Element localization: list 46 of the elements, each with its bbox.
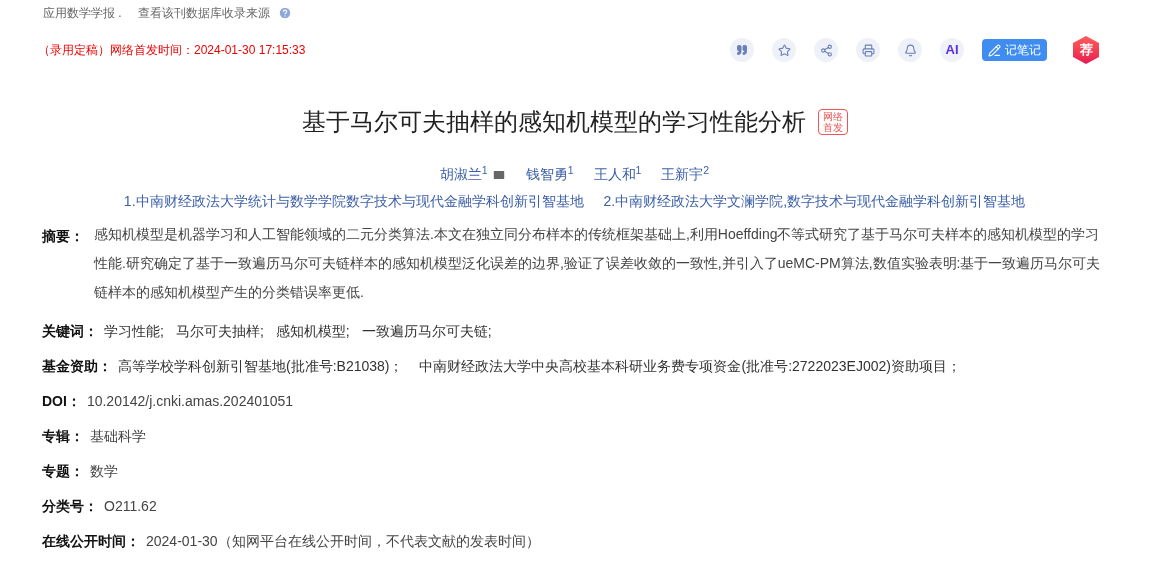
author-link[interactable]: 胡淑兰$^{1}$ [439, 164, 488, 185]
fund-link[interactable]: 高等学校学科创新引智基地(批准号:B21038)； [118, 356, 404, 377]
favorite-button[interactable] [772, 38, 796, 62]
printer-icon [861, 43, 875, 57]
print-button[interactable] [856, 38, 880, 62]
keywords-label: 关键词： [42, 322, 98, 341]
source-link[interactable]: 查看该刊数据库收录来源 [137, 4, 270, 22]
article-title: 基于马尔可夫抽样的感知机模型的学习性能分析 [301, 107, 806, 137]
keyword-link[interactable]: 马尔可夫抽样; [175, 321, 264, 342]
quote-icon [736, 44, 748, 56]
status-tag: （录用定稿） [38, 41, 110, 59]
online-first-badge: 网络首发 [817, 109, 848, 135]
field-value: 10.20142/j.cnki.amas.202401051 [86, 392, 294, 411]
ai-button[interactable]: AI [940, 38, 964, 62]
star-icon [777, 43, 791, 57]
fund-label: 基金资助： [42, 357, 112, 376]
field-label: 专题： [42, 462, 84, 481]
field-value: 2024-01-30（知网平台在线公开时间，不代表文献的发表时间） [146, 532, 540, 551]
share-button[interactable] [814, 38, 838, 62]
publish-time: 网络首发时间：2024-01-30 17:15:33 [110, 42, 306, 59]
journal-name: 应用数学学报 . [43, 5, 122, 22]
field-label: DOI： [42, 392, 81, 411]
affiliation-link[interactable]: 2.中南财经政法大学文澜学院,数字技术与现代金融学科创新引智基地 [603, 191, 1026, 212]
cite-button[interactable] [730, 38, 754, 62]
keyword-link[interactable]: 感知机模型; [275, 321, 350, 342]
affiliation-link[interactable]: 1.中南财经政法大学统计与数学学院数字技术与现代金融学科创新引智基地 [123, 191, 584, 212]
field-label: 在线公开时间： [42, 532, 140, 551]
field-value: O211.62 [104, 497, 157, 516]
field-label: 专辑： [42, 427, 84, 446]
share-icon [819, 43, 833, 57]
author-link[interactable]: 王新宇$^{2}$ [661, 164, 710, 185]
help-icon[interactable] [277, 6, 292, 20]
fund-link[interactable]: 中南财经政法大学中央高校基本科研业务费专项资金(批准号:2722023EJ002)资助项目； [419, 356, 961, 377]
bell-icon [903, 43, 917, 57]
abstract-text: 感知机模型是机器学习和人工智能领域的二元分类算法.本文在独立同分布样本的传统框架基础上,利用Hoeffding不等式研究了基于马尔可夫样本的感知机模型的学习性能.研究确定了基于一致遍历马尔可夫链样本的感知机模型泛化误差的边界,验证了误差收敛的一致性,并引入了ueMC-PM算法,数值实验表明:基于一致遍历马尔可夫链样本的感知机模型产生的分类错误率更低. [94, 225, 1102, 302]
keyword-link[interactable]: 一致遍历马尔可夫链; [361, 321, 492, 342]
keyword-link[interactable]: 学习性能; [104, 321, 164, 342]
field-label: 分类号： [42, 497, 98, 516]
author-link[interactable]: 钱智勇$^{1}$ [525, 164, 574, 185]
recommend-button[interactable]: 荐 [1073, 36, 1099, 64]
field-value: 数学 [90, 462, 118, 481]
abstract-label: 摘要： [42, 227, 84, 246]
field-value: 基础科学 [90, 427, 146, 446]
author-link[interactable]: 王人和$^{1}$ [593, 164, 642, 185]
notification-button[interactable] [898, 38, 922, 62]
pencil-icon [988, 43, 1001, 57]
